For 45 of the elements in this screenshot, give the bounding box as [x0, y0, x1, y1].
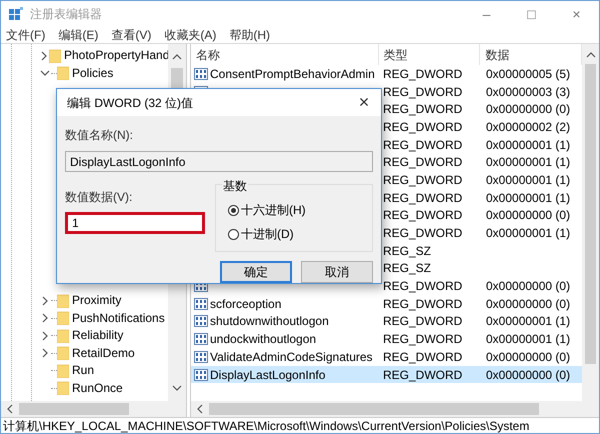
value-type: REG_DWORD — [382, 313, 464, 330]
value-type: REG_DWORD — [382, 136, 464, 154]
value-type: REG_DWORD — [382, 172, 464, 189]
field-label: 数值名称(N): — [65, 127, 134, 144]
value-data: 0x00000001 (1) — [485, 225, 570, 242]
status-path: 计算机\HKEY_LOCAL_MACHINE\SOFTWARE\Microsoft\Windows\CurrentVersion\Policies\System — [3, 418, 530, 433]
value-data: 0x00000002 (2) — [485, 118, 570, 136]
value-data: 0x00000001 (1) — [485, 154, 570, 172]
value-data: 0x00000000 (0) — [485, 278, 570, 296]
value-name: ValidateAdminCodeSignatures — [210, 348, 373, 366]
value-data: 0x00000003 (3) — [485, 84, 570, 101]
value-data: 0x00000000 (0) — [485, 101, 570, 118]
value-type: REG_SZ — [382, 242, 432, 260]
value-type: REG_DWORD — [382, 225, 464, 242]
value-type: REG_DWORD — [382, 118, 464, 136]
value-data: 0x00000001 (1) — [485, 172, 570, 189]
value-data: 0x00000000 (0) — [485, 296, 570, 313]
window-title: 注册表编辑器 — [30, 6, 102, 23]
value-data: 0x00000001 (1) — [485, 313, 570, 330]
value-type: REG_DWORD — [382, 84, 464, 101]
value-data: 0x00000001 (1) — [485, 331, 570, 348]
value-data: 0x00000005 (5) — [485, 66, 570, 83]
value-name: scforceoption — [210, 296, 282, 313]
value-data: 0x00000000 (0) — [485, 348, 570, 366]
value-type: REG_DWORD — [382, 278, 464, 296]
value-data: 0x00000000 (0) — [485, 366, 570, 384]
dialog-title: 编辑 DWORD (32 位)值 — [67, 94, 193, 112]
value-data: 0x00000000 (0) — [485, 207, 570, 224]
value-data: 0x00000001 (1) — [485, 190, 570, 207]
value-name: ConsentPromptBehaviorAdmin — [210, 66, 375, 83]
value-type: REG_DWORD — [382, 207, 464, 224]
value-type: REG_DWORD — [382, 366, 464, 384]
value-type: REG_DWORD — [382, 101, 464, 118]
value-type: REG_DWORD — [382, 331, 464, 348]
value-type: REG_DWORD — [382, 154, 464, 172]
value-type: REG_DWORD — [382, 296, 464, 313]
group-title: 基数 — [222, 179, 248, 193]
value-type: REG_DWORD — [382, 66, 464, 83]
value-name: shutdownwithoutlogon — [210, 313, 329, 330]
field-label: 数值数据(V): — [65, 189, 134, 206]
value-type: REG_DWORD — [382, 348, 464, 366]
value-data: 0x00000001 (1) — [485, 136, 570, 154]
value-type: REG_DWORD — [382, 190, 464, 207]
value-name: DisplayLastLogonInfo — [210, 366, 326, 384]
value-name: undockwithoutlogon — [210, 331, 316, 348]
